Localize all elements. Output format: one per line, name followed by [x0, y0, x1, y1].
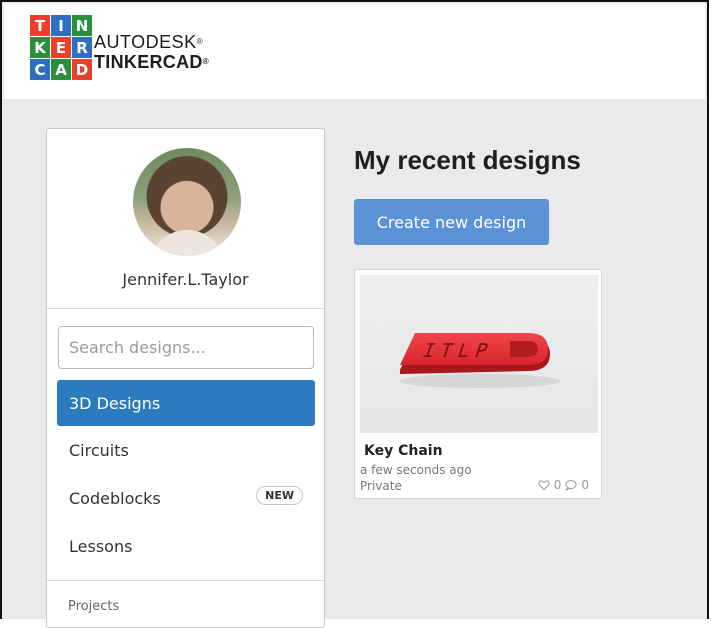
logo-letter: I — [51, 15, 71, 36]
tinkercad-logo[interactable]: TIN KER CAD — [30, 15, 92, 80]
brand-line2: TINKERCAD — [94, 52, 203, 72]
brand-name: AUTODESK® TINKERCAD® — [94, 32, 209, 72]
sidebar-item-3d-designs[interactable]: 3D Designs — [57, 380, 315, 426]
sidebar-item-lessons[interactable]: Lessons — [57, 523, 315, 569]
keychain-model-icon: ITLP — [400, 333, 560, 388]
projects-section-label: Projects — [68, 599, 120, 614]
design-updated: a few seconds ago — [360, 463, 472, 477]
comments-count: 0 — [581, 478, 589, 492]
avatar[interactable] — [133, 148, 241, 256]
logo-letter: C — [30, 59, 50, 80]
sidebar-item-codeblocks[interactable]: Codeblocks NEW — [57, 475, 315, 521]
logo-letter: T — [30, 15, 50, 36]
page-title: My recent designs — [354, 145, 581, 175]
divider — [47, 580, 324, 581]
comment-icon — [565, 480, 577, 491]
design-privacy: Private — [360, 479, 402, 493]
search-input[interactable] — [58, 326, 314, 369]
sidebar-item-label: 3D Designs — [69, 393, 161, 413]
logo-letter: R — [72, 37, 92, 58]
design-stats: 0 0 — [538, 478, 589, 492]
brand-line1: AUTODESK — [94, 32, 197, 52]
logo-letter: A — [51, 59, 71, 80]
sidebar-item-label: Lessons — [69, 536, 133, 556]
username[interactable]: Jennifer.L.Taylor — [47, 270, 324, 289]
new-badge: NEW — [256, 486, 303, 505]
heart-icon — [538, 480, 550, 491]
logo-letter: N — [72, 15, 92, 36]
sidebar-item-label: Codeblocks — [69, 488, 161, 508]
design-card[interactable]: ITLP Key Chain a few seconds ago Private… — [354, 269, 602, 499]
thumb-text: ITLP — [420, 339, 497, 361]
top-bar: TIN KER CAD AUTODESK® TINKERCAD® — [4, 4, 705, 99]
logo-letter: D — [72, 59, 92, 80]
divider — [47, 308, 324, 309]
sidebar-item-label: Circuits — [69, 440, 129, 460]
sidebar: Jennifer.L.Taylor 3D Designs Circuits Co… — [46, 128, 325, 628]
logo-letter: E — [51, 37, 71, 58]
likes-count: 0 — [553, 478, 562, 492]
app-frame: TIN KER CAD AUTODESK® TINKERCAD® Jennifer.… — [0, 0, 709, 628]
logo-letter: K — [30, 37, 50, 58]
design-thumbnail[interactable]: ITLP — [360, 275, 598, 433]
design-title[interactable]: Key Chain — [364, 443, 443, 459]
sidebar-item-circuits[interactable]: Circuits — [57, 427, 315, 473]
create-new-design-button[interactable]: Create new design — [354, 199, 549, 245]
